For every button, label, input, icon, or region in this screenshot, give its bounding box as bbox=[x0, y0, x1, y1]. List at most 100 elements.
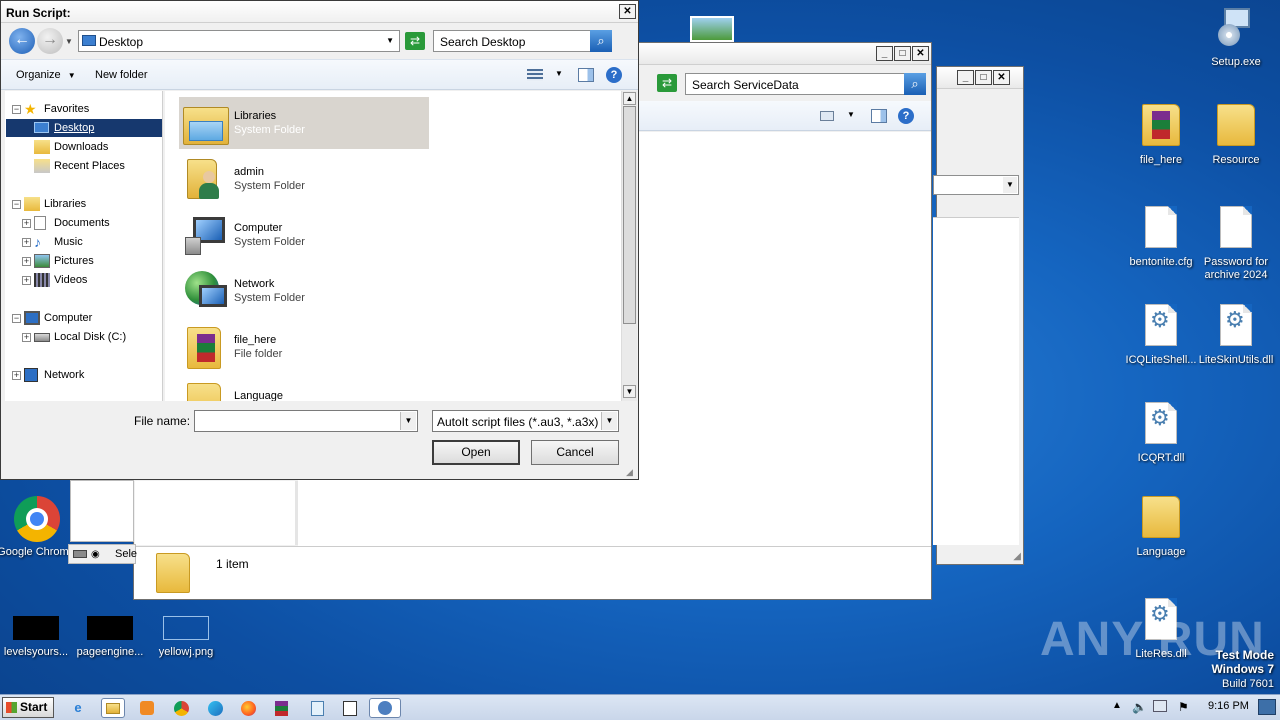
recent-pages-chevron-icon[interactable]: ▼ bbox=[65, 37, 73, 46]
expand-icon[interactable]: + bbox=[22, 257, 31, 266]
background-explorer-window[interactable]: _ □ ✕ ▼ ◢ bbox=[933, 66, 1024, 565]
run-script-dialog[interactable]: Run Script: ✕ ← → ▼ Desktop ▼ ⇄ Search D… bbox=[0, 0, 639, 480]
desktop-icon-password[interactable]: Password for archive 2024 bbox=[1197, 206, 1275, 282]
help-icon[interactable]: ? bbox=[606, 67, 622, 83]
title-bar[interactable]: _ □ ✕ bbox=[937, 67, 1023, 89]
tree-item-desktop[interactable]: Desktop bbox=[6, 119, 162, 137]
winrar-icon[interactable] bbox=[269, 698, 293, 718]
new-folder-button[interactable]: New folder bbox=[95, 69, 148, 81]
chrome-taskbar-icon[interactable] bbox=[169, 698, 193, 718]
list-item-computer[interactable]: Computer System Folder bbox=[179, 209, 429, 261]
preview-pane-icon[interactable] bbox=[578, 68, 594, 82]
close-button[interactable]: ✕ bbox=[619, 4, 636, 19]
ie-icon[interactable]: e bbox=[66, 698, 90, 718]
expand-icon[interactable]: + bbox=[22, 238, 31, 247]
show-hidden-icons-icon[interactable]: ▲ bbox=[1112, 700, 1122, 711]
desktop-icon-chrome[interactable]: Google Chrome bbox=[0, 496, 75, 559]
search-icon[interactable]: ⌕ bbox=[904, 73, 926, 95]
desktop-icon-yellowj[interactable]: yellowj.png bbox=[147, 616, 225, 659]
notepad-icon[interactable] bbox=[305, 698, 329, 718]
network-tray-icon[interactable] bbox=[1153, 700, 1167, 712]
search-input[interactable]: Search Desktop ⌕ bbox=[433, 30, 612, 52]
edge-icon[interactable] bbox=[203, 698, 227, 718]
minimize-button[interactable]: _ bbox=[876, 46, 893, 61]
desktop-icon-resource[interactable]: Resource bbox=[1197, 104, 1275, 167]
chevron-down-icon[interactable]: ▼ bbox=[555, 69, 563, 78]
desktop-icon-language[interactable]: Language bbox=[1122, 496, 1200, 559]
tree-item-videos[interactable]: + Videos bbox=[22, 271, 162, 289]
refresh-icon[interactable]: ⇄ bbox=[657, 74, 677, 92]
tree-item-favorites[interactable]: − ★ Favorites bbox=[12, 100, 162, 118]
list-item-network[interactable]: Network System Folder bbox=[179, 265, 429, 317]
chevron-down-icon[interactable]: ▼ bbox=[847, 110, 855, 119]
action-center-flag-icon[interactable]: ⚑ bbox=[1178, 700, 1189, 714]
view-options-icon[interactable] bbox=[820, 111, 834, 121]
tree-item-pictures[interactable]: + Pictures bbox=[22, 252, 162, 270]
tree-item-music[interactable]: + ♪ Music bbox=[22, 233, 162, 251]
change-view-icon[interactable] bbox=[527, 69, 543, 81]
collapse-icon[interactable]: − bbox=[12, 200, 21, 209]
address-dropdown-icon[interactable]: ▼ bbox=[386, 36, 394, 45]
file-name-field[interactable]: ▼ bbox=[194, 410, 418, 432]
show-desktop-button[interactable] bbox=[1258, 699, 1276, 715]
vertical-scrollbar[interactable]: ▲ ▼ bbox=[621, 91, 637, 401]
open-button[interactable]: Open bbox=[432, 440, 520, 465]
preview-pane-icon[interactable] bbox=[871, 109, 887, 123]
desktop-icon-liteskinutils[interactable]: ⚙ LiteSkinUtils.dll bbox=[1197, 304, 1275, 367]
desktop-icon-pageengine[interactable]: pageengine... bbox=[71, 616, 149, 659]
collapse-icon[interactable]: − bbox=[12, 314, 21, 323]
tree-item-computer[interactable]: − Computer bbox=[12, 309, 162, 327]
search-input[interactable]: Search ServiceData ⌕ bbox=[685, 73, 926, 95]
desktop-icon-bentonite[interactable]: bentonite.cfg bbox=[1122, 206, 1200, 269]
start-button[interactable]: Start bbox=[2, 697, 54, 718]
active-app-taskbar-icon[interactable] bbox=[369, 698, 401, 718]
tree-item-downloads[interactable]: Downloads bbox=[12, 138, 162, 156]
tree-item-documents[interactable]: + Documents bbox=[22, 214, 162, 232]
chevron-down-icon[interactable]: ▼ bbox=[601, 412, 617, 430]
file-type-select[interactable]: AutoIt script files (*.au3, *.a3x) ▼ bbox=[432, 410, 619, 432]
cancel-button[interactable]: Cancel bbox=[531, 440, 619, 465]
expand-icon[interactable]: + bbox=[22, 333, 31, 342]
media-player-icon[interactable] bbox=[135, 698, 159, 718]
resize-grip-icon[interactable]: ◢ bbox=[626, 467, 633, 478]
expand-icon[interactable]: + bbox=[12, 371, 21, 380]
resize-grip-icon[interactable]: ◢ bbox=[1013, 551, 1021, 562]
dialog-title-bar[interactable]: Run Script: ✕ bbox=[1, 1, 638, 23]
desktop-icon-icqrt[interactable]: ⚙ ICQRT.dll bbox=[1122, 402, 1200, 465]
tree-item-local-disk[interactable]: + Local Disk (C:) bbox=[22, 328, 162, 346]
close-button[interactable]: ✕ bbox=[912, 46, 929, 61]
scroll-down-arrow-icon[interactable]: ▼ bbox=[623, 385, 636, 398]
help-icon[interactable]: ? bbox=[898, 108, 914, 124]
search-icon[interactable]: ⌕ bbox=[590, 30, 612, 52]
refresh-icon[interactable]: ⇄ bbox=[405, 32, 425, 50]
scroll-up-arrow-icon[interactable]: ▲ bbox=[623, 92, 636, 105]
tree-item-network[interactable]: + Network bbox=[12, 366, 162, 384]
maximize-button[interactable]: □ bbox=[975, 70, 992, 85]
list-item-language[interactable]: Language bbox=[179, 377, 429, 401]
back-arrow-icon[interactable]: ← bbox=[9, 28, 35, 54]
clock[interactable]: 9:16 PM bbox=[1208, 700, 1249, 712]
tree-item-libraries[interactable]: − Libraries bbox=[12, 195, 162, 213]
close-button[interactable]: ✕ bbox=[993, 70, 1010, 85]
collapse-icon[interactable]: − bbox=[12, 105, 21, 114]
list-item-file-here[interactable]: file_here File folder bbox=[179, 321, 429, 373]
search-dropdown[interactable]: ▼ bbox=[933, 175, 1019, 195]
address-bar[interactable]: Desktop ▼ bbox=[78, 30, 400, 52]
minimize-button[interactable]: _ bbox=[957, 70, 974, 85]
desktop-icon-file-here[interactable]: file_here bbox=[1122, 104, 1200, 167]
list-item-libraries[interactable]: Libraries System Folder bbox=[179, 97, 429, 149]
tree-item-recent-places[interactable]: Recent Places bbox=[12, 157, 162, 175]
desktop-icon-setup[interactable]: Setup.exe bbox=[1197, 6, 1275, 69]
desktop-icon-icqliteshell[interactable]: ⚙ ICQLiteShell... bbox=[1122, 304, 1200, 367]
expand-icon[interactable]: + bbox=[22, 276, 31, 285]
maximize-button[interactable]: □ bbox=[894, 46, 911, 61]
scrollbar-thumb[interactable] bbox=[623, 106, 636, 324]
expand-icon[interactable]: + bbox=[22, 219, 31, 228]
firefox-icon[interactable] bbox=[236, 698, 260, 718]
autoit-icon[interactable] bbox=[338, 698, 362, 718]
explorer-taskbar-icon[interactable] bbox=[101, 698, 125, 718]
forward-arrow-icon[interactable]: → bbox=[37, 28, 63, 54]
speaker-icon[interactable]: 🔈 bbox=[1132, 700, 1147, 714]
desktop-icon-levelsyours[interactable]: levelsyours... bbox=[0, 616, 75, 659]
picture-desktop-icon[interactable] bbox=[690, 16, 734, 42]
